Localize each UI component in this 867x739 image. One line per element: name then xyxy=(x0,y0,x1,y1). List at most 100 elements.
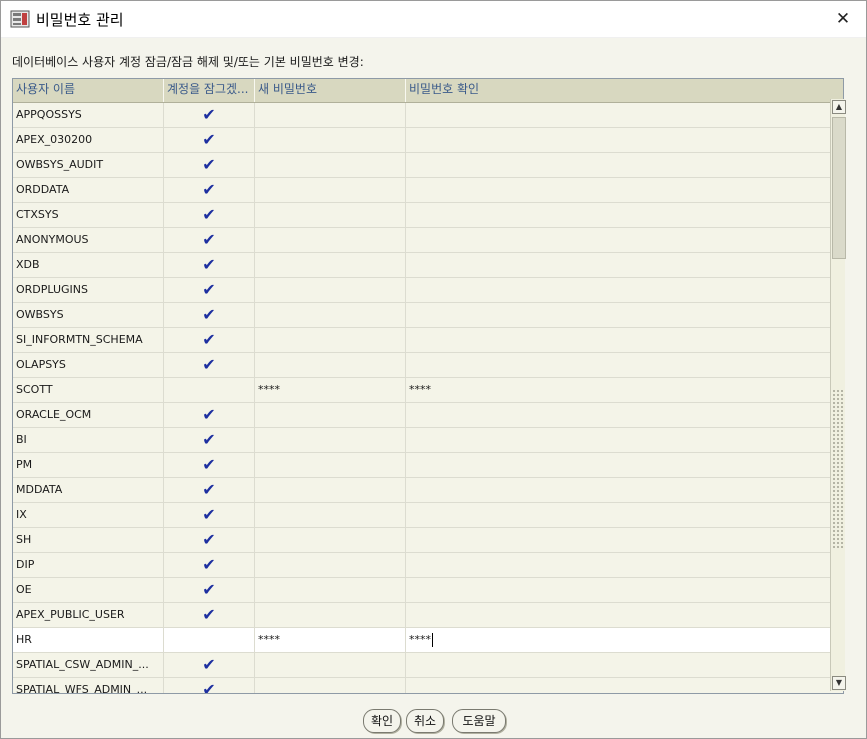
username-cell[interactable]: OE xyxy=(13,578,164,602)
lock-account-checkbox[interactable]: ✔ xyxy=(164,253,255,277)
username-cell[interactable]: SI_INFORMTN_SCHEMA xyxy=(13,328,164,352)
new-password-field[interactable] xyxy=(255,428,406,452)
vertical-scrollbar[interactable]: ▲ ▼ xyxy=(830,99,846,691)
column-header-lock-account[interactable]: 계정을 잠그겠... xyxy=(164,79,255,102)
table-row[interactable]: OWBSYS_AUDIT ✔ xyxy=(13,153,837,178)
username-cell[interactable]: MDDATA xyxy=(13,478,164,502)
lock-account-checkbox[interactable]: ✔ xyxy=(164,128,255,152)
new-password-field[interactable] xyxy=(255,203,406,227)
table-row[interactable]: MDDATA ✔ xyxy=(13,478,837,503)
lock-account-checkbox[interactable]: ✔ xyxy=(164,228,255,252)
confirm-password-field[interactable] xyxy=(406,428,837,452)
table-row[interactable]: HR **** **** xyxy=(13,628,837,653)
column-header-confirm-password[interactable]: 비밀번호 확인 xyxy=(406,79,843,102)
confirm-password-field[interactable] xyxy=(406,203,837,227)
confirm-password-field[interactable] xyxy=(406,278,837,302)
username-cell[interactable]: DIP xyxy=(13,553,164,577)
table-row[interactable]: IX ✔ xyxy=(13,503,837,528)
new-password-field[interactable] xyxy=(255,528,406,552)
new-password-field[interactable] xyxy=(255,253,406,277)
new-password-field[interactable] xyxy=(255,328,406,352)
confirm-password-field[interactable] xyxy=(406,178,837,202)
close-icon[interactable]: ✕ xyxy=(826,5,860,33)
column-header-username[interactable]: 사용자 이름 xyxy=(13,79,164,102)
table-row[interactable]: APEX_PUBLIC_USER ✔ xyxy=(13,603,837,628)
confirm-password-field[interactable] xyxy=(406,553,837,577)
table-row[interactable]: ORDDATA ✔ xyxy=(13,178,837,203)
new-password-field[interactable]: **** xyxy=(255,628,406,652)
table-row[interactable]: CTXSYS ✔ xyxy=(13,203,837,228)
lock-account-checkbox[interactable] xyxy=(164,378,255,402)
lock-account-checkbox[interactable]: ✔ xyxy=(164,103,255,127)
new-password-field[interactable] xyxy=(255,128,406,152)
new-password-field[interactable] xyxy=(255,178,406,202)
lock-account-checkbox[interactable]: ✔ xyxy=(164,178,255,202)
username-cell[interactable]: SCOTT xyxy=(13,378,164,402)
confirm-password-field[interactable] xyxy=(406,453,837,477)
new-password-field[interactable] xyxy=(255,578,406,602)
column-header-new-password[interactable]: 새 비밀번호 xyxy=(255,79,406,102)
username-cell[interactable]: OWBSYS xyxy=(13,303,164,327)
table-row[interactable]: ORACLE_OCM ✔ xyxy=(13,403,837,428)
table-row[interactable]: PM ✔ xyxy=(13,453,837,478)
lock-account-checkbox[interactable]: ✔ xyxy=(164,428,255,452)
table-row[interactable]: APEX_030200 ✔ xyxy=(13,128,837,153)
cancel-button[interactable]: 취소 xyxy=(406,709,444,733)
table-row[interactable]: XDB ✔ xyxy=(13,253,837,278)
lock-account-checkbox[interactable]: ✔ xyxy=(164,478,255,502)
username-cell[interactable]: ORDDATA xyxy=(13,178,164,202)
confirm-password-field[interactable] xyxy=(406,478,837,502)
lock-account-checkbox[interactable]: ✔ xyxy=(164,603,255,627)
confirm-password-field[interactable] xyxy=(406,603,837,627)
username-cell[interactable]: SPATIAL_WFS_ADMIN_... xyxy=(13,678,164,693)
confirm-password-field[interactable] xyxy=(406,253,837,277)
table-row[interactable]: SI_INFORMTN_SCHEMA ✔ xyxy=(13,328,837,353)
username-cell[interactable]: PM xyxy=(13,453,164,477)
username-cell[interactable]: APEX_PUBLIC_USER xyxy=(13,603,164,627)
username-cell[interactable]: ORDPLUGINS xyxy=(13,278,164,302)
username-cell[interactable]: APPQOSSYS xyxy=(13,103,164,127)
confirm-password-field[interactable] xyxy=(406,578,837,602)
username-cell[interactable]: XDB xyxy=(13,253,164,277)
scroll-up-icon[interactable]: ▲ xyxy=(832,100,846,114)
confirm-password-field[interactable]: **** xyxy=(406,628,837,652)
new-password-field[interactable] xyxy=(255,653,406,677)
confirm-password-field[interactable] xyxy=(406,303,837,327)
confirm-password-field[interactable] xyxy=(406,503,837,527)
new-password-field[interactable] xyxy=(255,553,406,577)
table-row[interactable]: ORDPLUGINS ✔ xyxy=(13,278,837,303)
username-cell[interactable]: SPATIAL_CSW_ADMIN_... xyxy=(13,653,164,677)
lock-account-checkbox[interactable]: ✔ xyxy=(164,328,255,352)
table-row[interactable]: DIP ✔ xyxy=(13,553,837,578)
table-row[interactable]: SPATIAL_WFS_ADMIN_... ✔ xyxy=(13,678,837,693)
new-password-field[interactable] xyxy=(255,353,406,377)
help-button[interactable]: 도움말 xyxy=(452,709,506,733)
confirm-password-field[interactable]: **** xyxy=(406,378,837,402)
confirm-password-field[interactable] xyxy=(406,328,837,352)
scrollbar-thumb[interactable] xyxy=(832,117,846,259)
username-cell[interactable]: ORACLE_OCM xyxy=(13,403,164,427)
confirm-password-field[interactable] xyxy=(406,103,837,127)
confirm-password-field[interactable] xyxy=(406,228,837,252)
username-cell[interactable]: OLAPSYS xyxy=(13,353,164,377)
confirm-password-field[interactable] xyxy=(406,678,837,693)
new-password-field[interactable] xyxy=(255,503,406,527)
new-password-field[interactable] xyxy=(255,678,406,693)
new-password-field[interactable] xyxy=(255,228,406,252)
lock-account-checkbox[interactable]: ✔ xyxy=(164,153,255,177)
lock-account-checkbox[interactable]: ✔ xyxy=(164,203,255,227)
lock-account-checkbox[interactable]: ✔ xyxy=(164,353,255,377)
lock-account-checkbox[interactable]: ✔ xyxy=(164,553,255,577)
new-password-field[interactable] xyxy=(255,103,406,127)
lock-account-checkbox[interactable]: ✔ xyxy=(164,528,255,552)
lock-account-checkbox[interactable]: ✔ xyxy=(164,278,255,302)
table-row[interactable]: ANONYMOUS ✔ xyxy=(13,228,837,253)
username-cell[interactable]: OWBSYS_AUDIT xyxy=(13,153,164,177)
new-password-field[interactable] xyxy=(255,303,406,327)
new-password-field[interactable]: **** xyxy=(255,378,406,402)
new-password-field[interactable] xyxy=(255,453,406,477)
confirm-password-field[interactable] xyxy=(406,653,837,677)
confirm-password-field[interactable] xyxy=(406,353,837,377)
table-row[interactable]: BI ✔ xyxy=(13,428,837,453)
new-password-field[interactable] xyxy=(255,278,406,302)
